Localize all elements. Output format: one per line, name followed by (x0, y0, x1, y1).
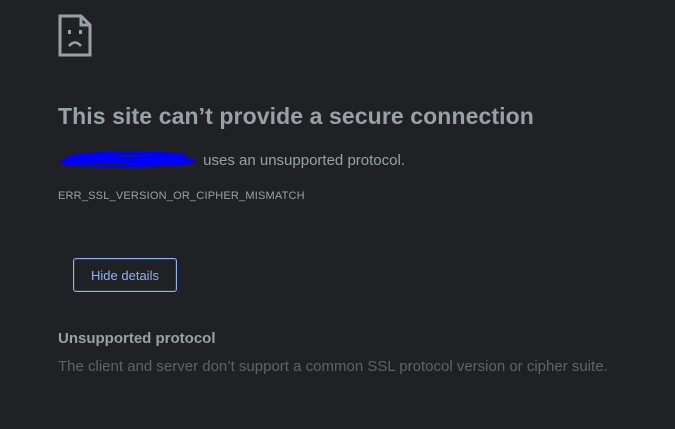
error-summary: uses an unsupported protocol. (58, 151, 405, 169)
hide-details-button[interactable]: Hide details (73, 258, 177, 292)
sad-page-icon (58, 14, 92, 57)
page-title: This site can’t provide a secure connect… (58, 103, 534, 129)
details-text: The client and server don’t support a co… (58, 358, 608, 375)
error-code: ERR_SSL_VERSION_OR_CIPHER_MISMATCH (58, 190, 305, 202)
details-heading: Unsupported protocol (58, 330, 216, 347)
redacted-hostname (58, 151, 199, 167)
error-page: This site can’t provide a secure connect… (0, 0, 675, 429)
error-summary-text: uses an unsupported protocol. (199, 152, 405, 169)
redaction-scribble (60, 151, 197, 167)
